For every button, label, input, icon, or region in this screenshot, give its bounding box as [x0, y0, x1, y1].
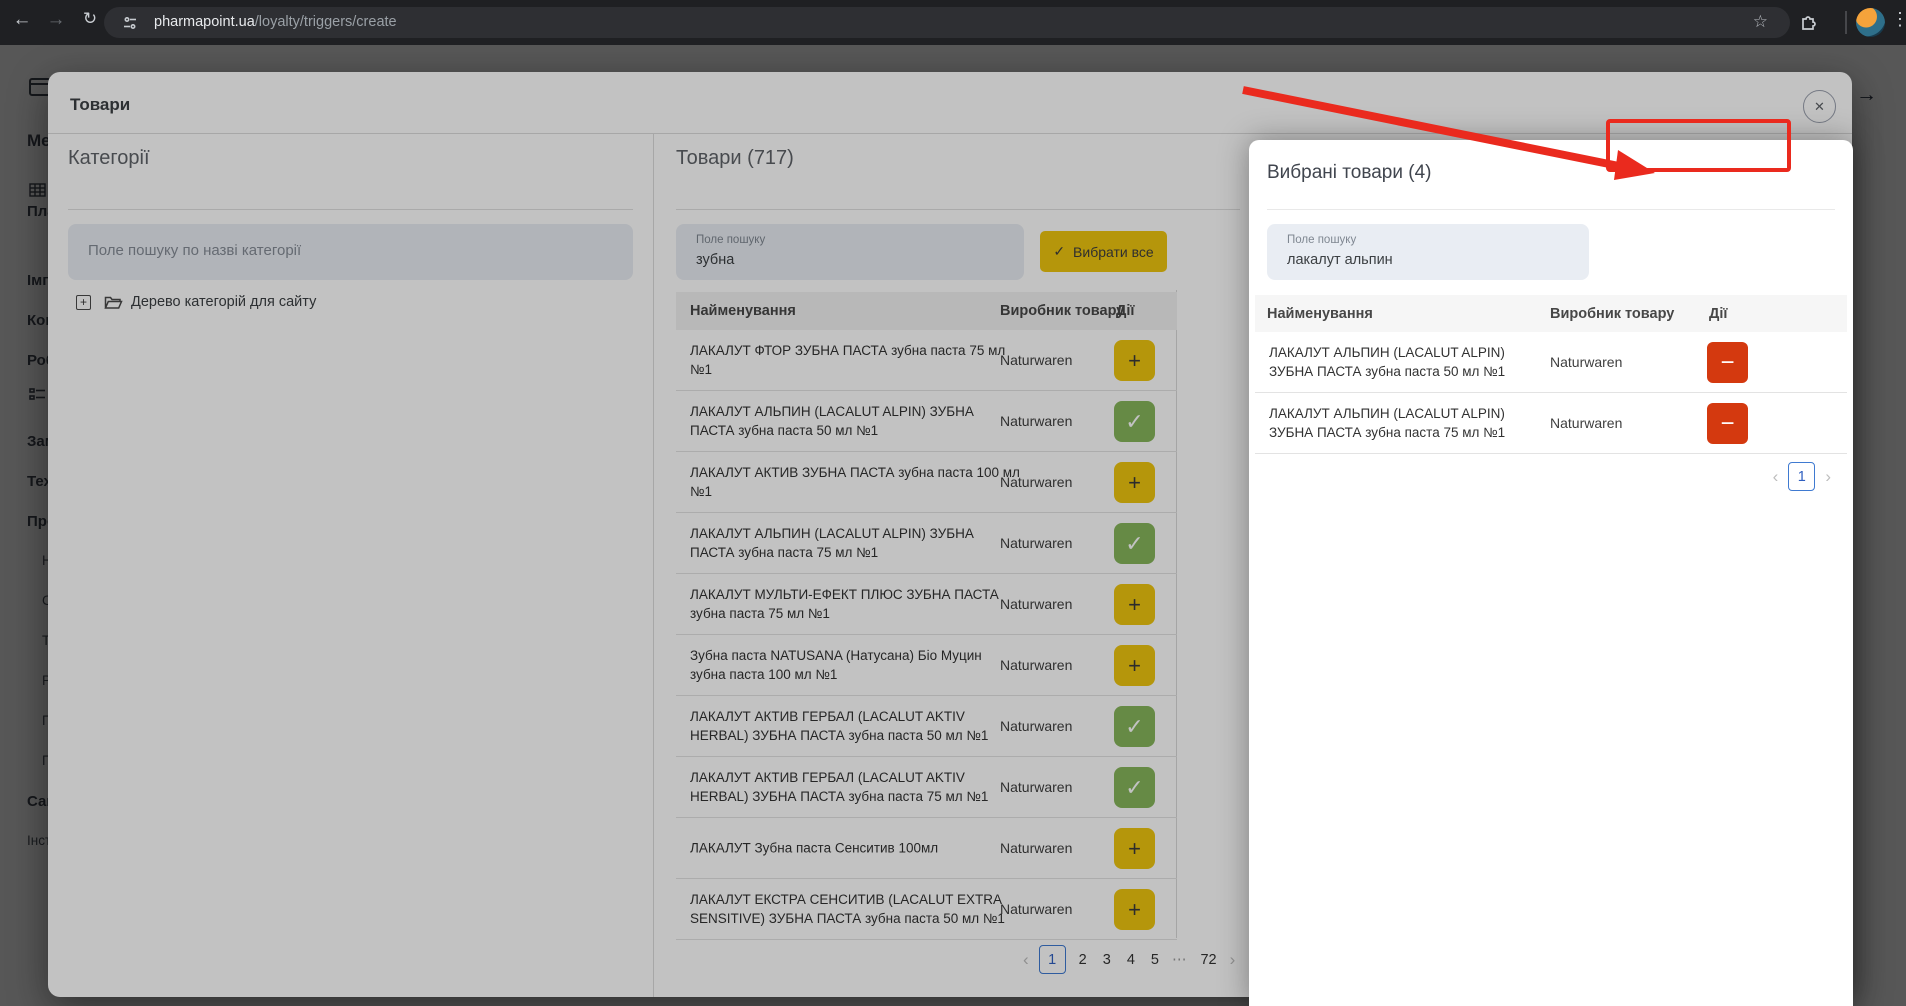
- product-name: ЛАКАЛУТ АЛЬПИН (LACALUT ALPIN) ЗУБНА ПАС…: [1269, 404, 1541, 442]
- pagination-prev-icon[interactable]: ‹: [1773, 467, 1779, 487]
- search-label: Поле пошуку: [1287, 234, 1356, 246]
- browser-menu-icon[interactable]: ⋮: [1891, 9, 1906, 30]
- bookmark-star-icon[interactable]: ☆: [1753, 12, 1768, 32]
- screen: ← → ↻ pharmapoint.ua/loyalty/triggers/cr…: [0, 0, 1906, 1006]
- selected-pagination: ‹ 1 ›: [1773, 462, 1831, 491]
- address-bar[interactable]: pharmapoint.ua/loyalty/triggers/create ☆: [104, 7, 1790, 38]
- reload-icon[interactable]: ↻: [76, 9, 104, 29]
- remove-product-button[interactable]: −: [1707, 342, 1748, 383]
- product-vendor: Naturwaren: [1550, 354, 1622, 370]
- column-actions: Дії: [1709, 306, 1727, 322]
- product-vendor: Naturwaren: [1550, 415, 1622, 431]
- pagination-next-icon[interactable]: ›: [1825, 467, 1831, 487]
- forward-icon[interactable]: →: [42, 9, 70, 31]
- selected-table-header: Найменування Виробник товару Дії: [1255, 295, 1847, 332]
- app-page: Me Пла Імп Кон Роб Зам Тех Про Н С Т Р П…: [0, 45, 1906, 1006]
- column-vendor: Виробник товару: [1550, 306, 1674, 322]
- selected-table: ЛАКАЛУТ АЛЬПИН (LACALUT ALPIN) ЗУБНА ПАС…: [1255, 332, 1847, 454]
- column-name: Найменування: [1267, 306, 1373, 322]
- product-name: ЛАКАЛУТ АЛЬПИН (LACALUT ALPIN) ЗУБНА ПАС…: [1269, 343, 1541, 381]
- extensions-icon[interactable]: [1798, 12, 1818, 32]
- toolbar-separator: [1845, 11, 1847, 34]
- back-icon[interactable]: ←: [8, 9, 36, 31]
- site-info-icon[interactable]: [122, 15, 138, 31]
- url-host: pharmapoint.ua: [154, 14, 255, 30]
- selected-products-panel: Вибрані товари (4) Зберегти список Поле …: [1249, 140, 1853, 1006]
- url-path: /loyalty/triggers/create: [255, 14, 397, 30]
- highlight-annotation-box: [1606, 119, 1791, 172]
- selected-title: Вибрані товари (4): [1267, 162, 1431, 184]
- pagination-page[interactable]: 1: [1788, 462, 1815, 491]
- table-row: ЛАКАЛУТ АЛЬПИН (LACALUT ALPIN) ЗУБНА ПАС…: [1255, 393, 1847, 454]
- url-text: pharmapoint.ua/loyalty/triggers/create: [154, 14, 397, 30]
- table-row: ЛАКАЛУТ АЛЬПИН (LACALUT ALPIN) ЗУБНА ПАС…: [1255, 332, 1847, 393]
- profile-avatar[interactable]: [1856, 8, 1885, 37]
- divider: [1267, 209, 1835, 210]
- remove-product-button[interactable]: −: [1707, 403, 1748, 444]
- selected-search-input[interactable]: Поле пошуку лакалут альпин: [1267, 224, 1589, 280]
- browser-toolbar: ← → ↻ pharmapoint.ua/loyalty/triggers/cr…: [0, 0, 1906, 45]
- selected-search-value: лакалут альпин: [1287, 252, 1393, 268]
